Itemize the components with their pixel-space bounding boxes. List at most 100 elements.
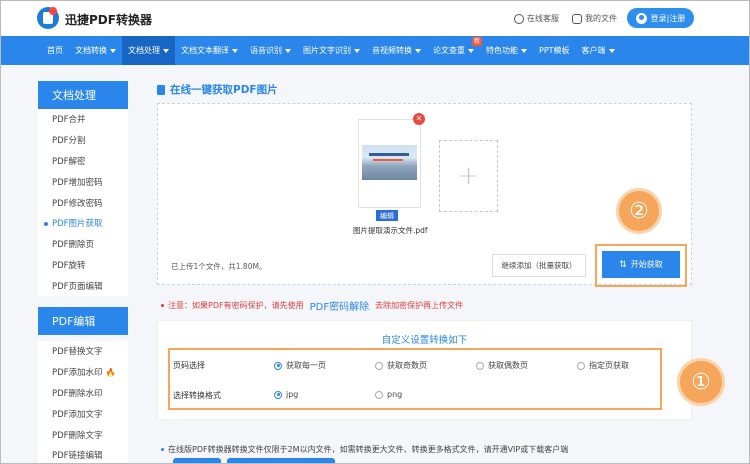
caret-down-icon	[354, 48, 360, 53]
page-select-option-label: 指定页获取	[589, 361, 629, 370]
sidebar-item-label: PDF链接编辑	[52, 451, 103, 462]
nav-item-label: 文档文本翻译	[181, 46, 229, 55]
caret-down-icon	[468, 48, 474, 53]
sidebar-item-label: PDF删除文字	[52, 430, 103, 441]
nav-item[interactable]: 特色功能	[480, 36, 533, 65]
nav-item[interactable]: 文档转换	[69, 36, 122, 65]
file-thumbnail[interactable]	[358, 119, 421, 208]
main-nav: 首页 文档转换 文档处理 文档文本翻译 语音识别 图片文字识别 音视频转换 论文查重新特色功能…	[1, 36, 749, 65]
page-select-option-label: 获取偶数页	[488, 361, 528, 370]
radio-icon	[375, 361, 383, 370]
login-label: 登录|注册	[650, 13, 686, 23]
customer-service-link[interactable]: 在线客服	[514, 13, 559, 24]
limit-note-text: 在线版PDF转换器转换文件仅限于2M以内文件，如需转换更大文件、转换更多格式文件…	[168, 445, 569, 454]
sidebar-item[interactable]: PDF添加水印 🔥	[38, 362, 128, 383]
sidebar-item-label: PDF图片获取	[52, 219, 103, 230]
nav-item[interactable]: 语音识别	[244, 36, 297, 65]
nav-item-label: 语音识别	[250, 46, 282, 55]
customer-service-label: 在线客服	[527, 14, 559, 23]
sidebar-item[interactable]: PDF删除水印	[38, 383, 128, 404]
nav-item[interactable]: 论文查重新	[427, 36, 482, 65]
add-file-button[interactable]: +	[439, 140, 498, 212]
download-client-button[interactable]	[227, 458, 335, 463]
caret-down-icon	[232, 48, 238, 53]
user-icon	[635, 12, 647, 24]
sidebar-item-label: PDF合并	[52, 115, 86, 126]
password-notice: 注意：如果PDF有密码保护，请先使用 PDF密码解除 去除加密保护再上传文件	[161, 298, 463, 313]
nav-item-label: 首页	[47, 46, 63, 55]
sidebar-item[interactable]: PDF修改密码	[38, 192, 128, 213]
radio-icon	[476, 361, 484, 370]
edit-file-button[interactable]: 编辑	[376, 210, 398, 221]
sidebar-item[interactable]: PDF替换文字	[38, 341, 128, 362]
sidebar-item[interactable]: PDF删除页	[38, 234, 128, 255]
page-select-option[interactable]: 获取奇数页	[375, 360, 427, 371]
caret-down-icon	[285, 48, 291, 53]
logo-accent	[49, 7, 57, 15]
format-select-option[interactable]: jpg	[274, 390, 298, 399]
format-select-label: 选择转换格式	[173, 391, 221, 400]
sidebar-item[interactable]: PDF合并	[38, 109, 128, 130]
format-select-option[interactable]: png	[375, 390, 402, 399]
my-files-link[interactable]: 我的文件	[572, 13, 617, 24]
nav-item[interactable]: 首页	[41, 36, 69, 65]
radio-icon	[577, 361, 585, 370]
thumbnail-image	[362, 145, 417, 180]
brand-name[interactable]: 迅捷PDF转换器	[65, 11, 152, 28]
page-select-option-label: 获取奇数页	[387, 361, 427, 370]
page-title: 在线一键获取PDF图片	[157, 82, 278, 97]
nav-item[interactable]: PPT模板	[533, 36, 576, 65]
sidebar-item-label: PDF删除水印	[52, 388, 103, 399]
headset-icon	[514, 13, 524, 24]
sidebar-item-label: PDF删除页	[52, 240, 95, 251]
remove-file-icon[interactable]: ✕	[413, 113, 425, 125]
nav-item-label: PPT模板	[539, 46, 570, 55]
nav-item-label: 特色功能	[486, 46, 518, 55]
sidebar-item[interactable]: PDF页面编辑	[38, 275, 128, 296]
page-frame: 迅捷PDF转换器 在线客服 我的文件 登录|注册 首页 文档转换 文档处理 文档文本翻…	[0, 0, 750, 464]
hot-icon: 🔥	[105, 367, 116, 377]
sidebar-item-label: PDF旋转	[52, 260, 86, 271]
nav-item-label: 音视频转换	[372, 46, 412, 55]
nav-item[interactable]: 客户端	[576, 36, 621, 65]
sidebar-item[interactable]: PDF链接编辑	[38, 445, 128, 463]
caret-down-icon	[521, 48, 527, 53]
sidebar-item[interactable]: PDF旋转	[38, 255, 128, 276]
sidebar-list: PDF合并 PDF分割 PDF解密 PDF增加密码 PDF修改密码 PDF图片获取 PDF删…	[38, 109, 128, 297]
page-select-option-label: 获取每一页	[286, 361, 326, 370]
sidebar-item[interactable]: PDF添加文字	[38, 403, 128, 424]
nav-item-label: 图片文字识别	[303, 46, 351, 55]
swap-icon: ⇅	[619, 259, 627, 270]
sidebar-item-label: PDF添加文字	[52, 409, 103, 420]
vip-button[interactable]	[173, 458, 221, 463]
login-button[interactable]: 登录|注册	[627, 8, 694, 28]
step1-highlight	[168, 348, 662, 410]
sidebar-item[interactable]: PDF解密	[38, 151, 128, 172]
step1-marker: ①	[677, 358, 725, 406]
sidebar-item[interactable]: PDF分割	[38, 130, 128, 151]
nav-item[interactable]: 音视频转换	[366, 36, 427, 65]
page-select-option[interactable]: 获取偶数页	[476, 360, 528, 371]
thumbnail-title-bar	[369, 153, 409, 156]
my-files-label: 我的文件	[585, 14, 617, 23]
format-select-option-label: jpg	[286, 390, 299, 399]
nav-item-label: 客户端	[581, 46, 606, 55]
start-button[interactable]: ⇅ 开始获取	[602, 251, 680, 278]
sidebar-item[interactable]: PDF图片获取	[38, 213, 128, 234]
radio-icon	[274, 361, 282, 370]
page-select-option[interactable]: 获取每一页	[274, 360, 326, 371]
upload-summary: 已上传1个文件，共1.80M。	[171, 262, 267, 271]
sidebar-item[interactable]: PDF增加密码	[38, 171, 128, 192]
nav-item[interactable]: 文档文本翻译	[175, 36, 244, 65]
bullet-icon	[161, 304, 164, 307]
notice-suffix: 去除加密保护再上传文件	[375, 301, 464, 310]
nav-item[interactable]: 图片文字识别	[297, 36, 366, 65]
notice-prefix: 注意：如果PDF有密码保护，请先使用	[168, 301, 304, 310]
sidebar-item[interactable]: PDF删除文字	[38, 424, 128, 445]
pdf-unlock-link[interactable]: PDF密码解除	[310, 298, 369, 313]
continue-add-button[interactable]: 继续添加（批量获取）	[492, 254, 586, 277]
nav-item[interactable]: 文档处理	[122, 36, 175, 65]
page-select-option[interactable]: 指定页获取	[577, 360, 629, 371]
radio-icon	[375, 390, 383, 399]
nav-item-label: 文档转换	[75, 46, 107, 55]
